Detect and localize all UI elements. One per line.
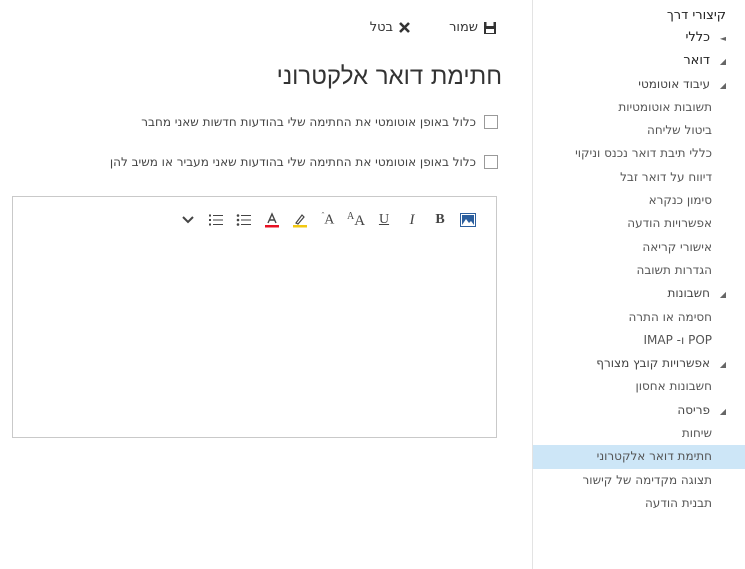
sidebar-item[interactable]: חתימת דואר אלקטרוני <box>533 445 745 469</box>
bold-icon: B <box>435 212 445 227</box>
sidebar-item-label: כללי <box>685 30 710 45</box>
font-size-icon: AA <box>346 210 366 229</box>
sidebar-item-label: שיחות <box>681 426 712 441</box>
sidebar-item[interactable]: שיחות <box>533 422 745 445</box>
grow-font-icon: Aˆ <box>321 211 335 228</box>
sidebar-item[interactable]: תשובות אוטומטיות <box>533 96 745 119</box>
signature-editor[interactable]: B I U AA Aˆ <box>12 196 497 438</box>
sidebar-item-label: תבנית הודעה <box>644 495 712 510</box>
sidebar-item[interactable]: תבנית הודעה <box>533 492 745 515</box>
sidebar-item-label: תצוגה מקדימה של קישור <box>582 472 712 487</box>
sidebar-item-label: תשובות אוטומטיות <box>618 99 712 114</box>
grow-font-button[interactable]: Aˆ <box>314 210 342 230</box>
sidebar-item-label: סימון כנקרא <box>648 193 712 208</box>
sidebar-item[interactable]: ◢ אפשרויות קובץ מצורף <box>533 352 745 375</box>
font-size-button[interactable]: AA <box>342 210 370 230</box>
save-label: שמור <box>449 20 478 35</box>
highlight-button[interactable] <box>286 210 314 230</box>
expanded-arrow-icon: ◢ <box>719 290 726 300</box>
numbering-button[interactable] <box>202 210 230 230</box>
cancel-label: בטל <box>369 20 394 35</box>
bullets-icon <box>236 214 251 226</box>
sidebar-item-label: ביטול שליחה <box>647 123 712 138</box>
bold-button[interactable]: B <box>426 210 454 230</box>
sidebar-item-label: חשבונות אחסון <box>635 379 712 394</box>
sidebar-item-label: פריסה <box>677 402 710 417</box>
sidebar-item-label: דיווח על דואר זבל <box>620 169 712 184</box>
underline-icon: U <box>378 212 390 227</box>
sidebar-item[interactable]: הגדרות תשובה <box>533 259 745 282</box>
sidebar-item-label: חשבונות <box>667 286 710 301</box>
collapsed-arrow-icon: ◄ <box>719 34 726 43</box>
command-bar: שמור בטל <box>370 20 497 35</box>
sidebar-item[interactable]: ביטול שליחה <box>533 119 745 142</box>
sidebar-item-label: כללי תיבת דואר נכנס וניקוי <box>575 146 712 161</box>
main-panel: שמור בטל חתימת דואר אלקטרוני כלול באופן … <box>0 0 532 569</box>
sidebar-item-label: אפשרויות קובץ מצורף <box>596 356 710 371</box>
insert-picture-button[interactable] <box>454 210 482 230</box>
sidebar-item-label: חסימה או התרה <box>628 309 712 324</box>
chevron-down-icon <box>182 216 194 224</box>
sidebar-item-label: אפשרויות הודעה <box>627 216 712 231</box>
sidebar-item[interactable]: אישורי קריאה <box>533 236 745 259</box>
expanded-arrow-icon: ◢ <box>719 80 726 90</box>
new-messages-checkbox[interactable] <box>484 115 498 129</box>
highlight-icon <box>293 214 307 228</box>
numbering-icon <box>209 214 223 226</box>
sidebar-list: ◄ כללי ◢ דואר ◢ עיבוד אוטומטי תשובות אוטומטיות… <box>533 26 745 515</box>
sidebar-item-label: POP ו- IMAP <box>643 332 713 347</box>
font-color-button[interactable] <box>258 210 286 230</box>
expanded-arrow-icon: ◢ <box>719 406 726 416</box>
underline-button[interactable]: U <box>370 210 398 230</box>
new-messages-label: כלול באופן אוטומטי את החתימה שלי בהודעות… <box>141 115 476 129</box>
forward-reply-label: כלול באופן אוטומטי את החתימה שלי בהודעות… <box>109 155 476 169</box>
sidebar-item[interactable]: ◢ פריסה <box>533 399 745 422</box>
sidebar-item[interactable]: אפשרויות הודעה <box>533 212 745 235</box>
sidebar-item[interactable]: סימון כנקרא <box>533 189 745 212</box>
sidebar-item[interactable]: POP ו- IMAP <box>533 329 745 352</box>
options-sidebar: קיצורי דרך ◄ כללי ◢ דואר ◢ עיבוד אוטומטי תשובו… <box>532 0 745 569</box>
font-color-icon <box>265 212 279 228</box>
sidebar-item[interactable]: חסימה או התרה <box>533 306 745 329</box>
sidebar-title: קיצורי דרך <box>666 8 726 23</box>
sidebar-item[interactable]: ◢ חשבונות <box>533 282 745 305</box>
sidebar-item[interactable]: ◢ עיבוד אוטומטי <box>533 73 745 96</box>
option-new-messages[interactable]: כלול באופן אוטומטי את החתימה שלי בהודעות… <box>141 115 498 129</box>
forward-reply-checkbox[interactable] <box>484 155 498 169</box>
close-icon <box>399 22 410 33</box>
sidebar-item-label: אישורי קריאה <box>642 239 712 254</box>
expanded-arrow-icon: ◢ <box>719 360 726 370</box>
sidebar-item[interactable]: ◢ דואר <box>533 49 745 72</box>
italic-icon: I <box>409 211 415 228</box>
cancel-button[interactable]: בטל <box>370 20 411 35</box>
formatting-toolbar: B I U AA Aˆ <box>174 210 482 230</box>
sidebar-item[interactable]: דיווח על דואר זבל <box>533 166 745 189</box>
sidebar-item[interactable]: תצוגה מקדימה של קישור <box>533 469 745 492</box>
page-title: חתימת דואר אלקטרוני <box>276 62 502 90</box>
expanded-arrow-icon: ◢ <box>719 57 726 67</box>
sidebar-item-label: הגדרות תשובה <box>636 262 712 277</box>
sidebar-item-label: חתימת דואר אלקטרוני <box>596 449 712 464</box>
sidebar-item[interactable]: ◄ כללי <box>533 26 745 49</box>
bullets-button[interactable] <box>230 210 258 230</box>
italic-button[interactable]: I <box>398 210 426 230</box>
sidebar-item[interactable]: כללי תיבת דואר נכנס וניקוי <box>533 142 745 165</box>
save-icon <box>484 21 496 34</box>
sidebar-item-label: דואר <box>683 53 710 69</box>
sidebar-item-label: עיבוד אוטומטי <box>638 76 710 91</box>
save-button[interactable]: שמור <box>449 20 497 35</box>
more-options-button[interactable] <box>174 210 202 230</box>
insert-picture-icon <box>460 213 476 227</box>
sidebar-item[interactable]: חשבונות אחסון <box>533 375 745 398</box>
option-forward-reply[interactable]: כלול באופן אוטומטי את החתימה שלי בהודעות… <box>110 155 498 169</box>
